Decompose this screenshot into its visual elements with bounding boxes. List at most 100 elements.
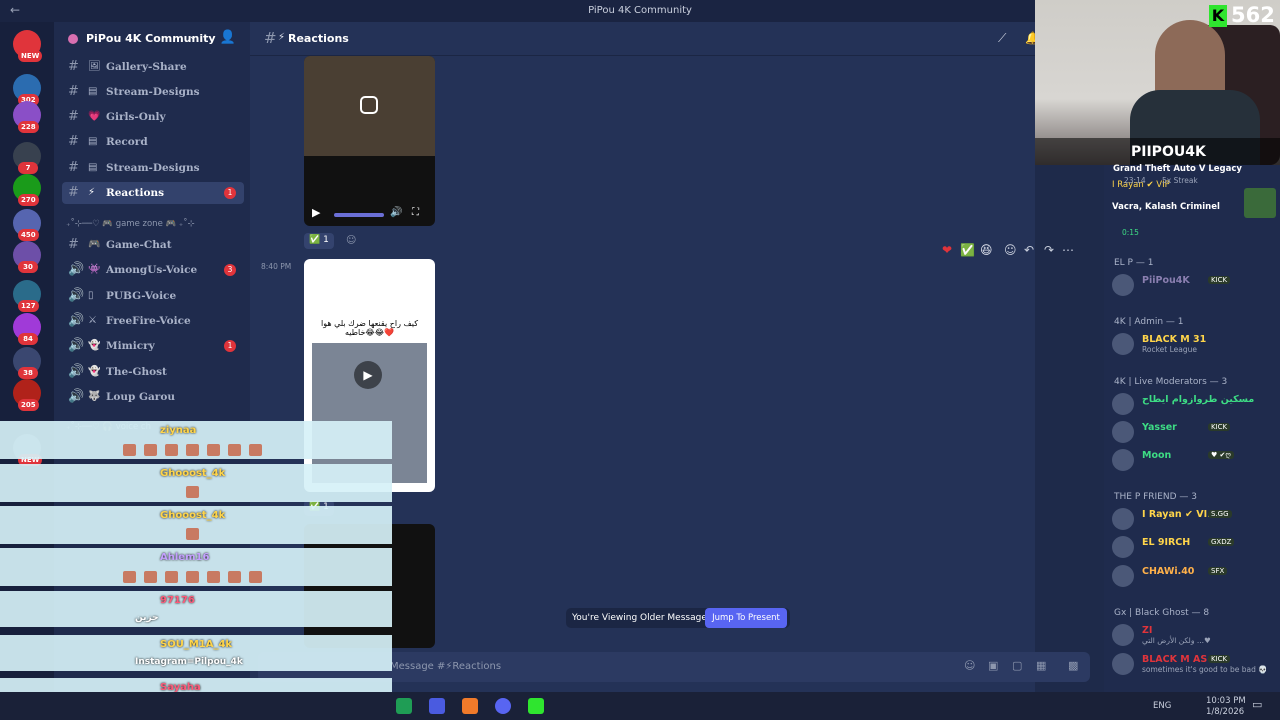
hash-icon: # [68, 109, 79, 124]
add-reaction-icon[interactable]: ☺ [346, 235, 356, 246]
play-icon[interactable]: ▶ [312, 206, 320, 219]
message-time: 8:40 PM [261, 262, 292, 271]
category-game-zone[interactable]: ₊˚⊹──♡ 🎮 game zone 🎮 ₊˚⊹ [66, 219, 195, 229]
member-item[interactable]: BLACK M 31 Rocket League [1112, 331, 1277, 357]
channel-item[interactable]: # ⚡ Reactions 1 [62, 182, 244, 204]
clock-date[interactable]: 1/8/2026 [1206, 707, 1244, 717]
channel-item[interactable]: # ▤ Stream-Designs [62, 81, 244, 103]
channel-item[interactable]: 🔊 🐺 Loup Garou [62, 386, 244, 408]
member-tag: KICK [1208, 276, 1231, 284]
channel-item[interactable]: # 🖼 Gallery-Share [62, 56, 244, 78]
channel-item[interactable]: # 💗 Girls-Only [62, 106, 244, 128]
channel-item[interactable]: 🔊 👻 Mimicry 1 [62, 335, 244, 357]
member-name: Moon [1142, 450, 1172, 461]
check-icon[interactable]: ✅ [960, 243, 975, 257]
stream-game-time: 23:14 [1124, 176, 1146, 185]
reply-icon[interactable]: ↶ [1024, 243, 1034, 257]
add-member-icon[interactable]: 👤 [220, 30, 236, 45]
hash-icon: # [68, 237, 79, 252]
app-icon[interactable] [462, 698, 478, 714]
apps-icon[interactable]: ▩ [1068, 659, 1078, 672]
channel-emoji: ▤ [88, 136, 98, 147]
avatar [1112, 508, 1134, 530]
fullscreen-icon[interactable]: ⛶ [412, 207, 419, 218]
video-embed[interactable]: كيف راح يقنعها ضرك بلي هوا خاطيه😂😂❤️ ▶ [304, 259, 435, 492]
channel-item[interactable]: # ▤ Stream-Designs [62, 157, 244, 179]
channel-item[interactable]: # ▤ Record [62, 131, 244, 153]
video-embed[interactable]: ▶ 🔊 ⛶ [304, 56, 435, 226]
jump-to-present-button[interactable]: Jump To Present [705, 608, 787, 628]
message-composer[interactable]: Message #⚡Reactions ☺ ▣ ▢ ▦ ▩ [258, 652, 1090, 682]
reaction-check[interactable]: ✅ 1 [304, 500, 334, 516]
forward-icon[interactable]: ↷ [1044, 243, 1054, 257]
laugh-icon[interactable]: 😆 [980, 243, 993, 257]
channel-emoji: ▯ [88, 290, 94, 301]
channel-emoji: ⚔ [88, 315, 97, 326]
speaker-icon: 🔊 [68, 364, 85, 379]
chat-area: # ⚡ Reactions ⟋ 🔔 ▶ 🔊 ⛶ ✅ 1 ☺ 8:40 PM ❤ … [250, 22, 1090, 692]
app-icon[interactable] [429, 698, 445, 714]
member-status: ولكن الأرض التي ...♥ [1142, 636, 1211, 645]
member-item[interactable]: مسكين طروازوام ايطاح [1112, 391, 1277, 417]
server-badge: 30 [18, 261, 38, 273]
channel-label: Record [106, 136, 148, 148]
notification-icon[interactable]: ▭ [1252, 698, 1262, 711]
reaction-check[interactable]: ✅ 1 [304, 233, 334, 249]
threads-icon[interactable]: ⟋ [998, 31, 1006, 46]
channel-item[interactable]: 🔊 👻 The-Ghost [62, 361, 244, 383]
video-embed[interactable] [304, 524, 435, 648]
server-header[interactable]: PiPou 4K Community ⌄ 👤 [54, 22, 250, 56]
more-icon[interactable]: ⋯ [1062, 243, 1074, 257]
member-status: sometimes it's good to be bad 💀 [1142, 665, 1268, 674]
app-icon[interactable] [396, 698, 412, 714]
unread-badge: 1 [224, 187, 236, 199]
member-item[interactable]: Moon ♥ ✔ღ [1112, 447, 1277, 473]
member-name: CHAWi.40 [1142, 566, 1195, 577]
channel-emoji: 👻 [88, 366, 101, 377]
member-item[interactable]: PiiPou4K KICK [1112, 272, 1277, 298]
channel-emoji: ⚡ [88, 187, 96, 198]
category-voice[interactable]: ₊˚⊹──♡ 🎧 voice ch [66, 422, 151, 432]
channel-emoji: ▤ [88, 86, 98, 97]
member-tag: GXDZ [1208, 538, 1235, 546]
play-icon[interactable]: ▶ [354, 361, 382, 389]
image-icon[interactable]: ▦ [1036, 659, 1046, 672]
sticker-icon[interactable]: ▢ [1012, 659, 1022, 672]
server-badge: NEW [18, 50, 43, 62]
channel-item[interactable]: 🔊 ⚔ FreeFire-Voice [62, 310, 244, 332]
activity-card[interactable]: Vacra, Kalash Criminel I Rayan ✔ VIP 0:1… [1112, 180, 1277, 238]
add-reaction-icon[interactable]: ☺ [1004, 243, 1017, 257]
member-item[interactable]: BLACK M AS KICK sometimes it's good to be … [1112, 651, 1277, 677]
member-group-header: Gx | Black Ghost — 8 [1114, 608, 1210, 618]
channel-label: Stream-Designs [106, 162, 200, 174]
volume-icon[interactable]: 🔊 [390, 207, 402, 218]
language-indicator[interactable]: ENG [1153, 701, 1171, 711]
older-messages-text: You're Viewing Older Messages [572, 613, 712, 623]
gift-icon[interactable]: ☺ [964, 659, 975, 672]
speaker-icon: 🔊 [68, 288, 85, 303]
unread-badge: 3 [224, 264, 236, 276]
progress-bar[interactable] [334, 213, 384, 217]
member-item[interactable]: CHAWi.40 SFX [1112, 563, 1277, 589]
server-badge: 270 [18, 194, 39, 206]
member-group-header: EL P — 1 [1114, 258, 1154, 268]
member-name: ZI [1142, 625, 1153, 636]
kick-app-icon[interactable] [528, 698, 544, 714]
channel-item[interactable]: 🔊 👾 AmongUs-Voice 3 [62, 259, 244, 281]
avatar [1112, 274, 1134, 296]
member-name: EL 9IRCH [1142, 537, 1191, 548]
member-item[interactable]: EL 9IRCH GXDZ [1112, 534, 1277, 560]
heart-icon[interactable]: ❤ [942, 243, 952, 257]
channel-item[interactable]: # 🎮 Game-Chat [62, 234, 244, 256]
channel-item[interactable]: 🔊 ▯ PUBG-Voice [62, 285, 244, 307]
avatar [1112, 421, 1134, 443]
channel-emoji: ▤ [88, 162, 98, 173]
discord-icon[interactable] [495, 698, 511, 714]
avatar [1112, 565, 1134, 587]
member-item[interactable]: I Rayan ✔ VI... S.GG [1112, 506, 1277, 532]
member-item[interactable]: Yasser KICK [1112, 419, 1277, 445]
gif-icon[interactable]: ▣ [988, 659, 998, 672]
member-item[interactable]: ZI ولكن الأرض التي ...♥ [1112, 622, 1277, 648]
clock-time[interactable]: 10:03 PM [1206, 696, 1246, 706]
channel-label: Reactions [106, 187, 164, 199]
